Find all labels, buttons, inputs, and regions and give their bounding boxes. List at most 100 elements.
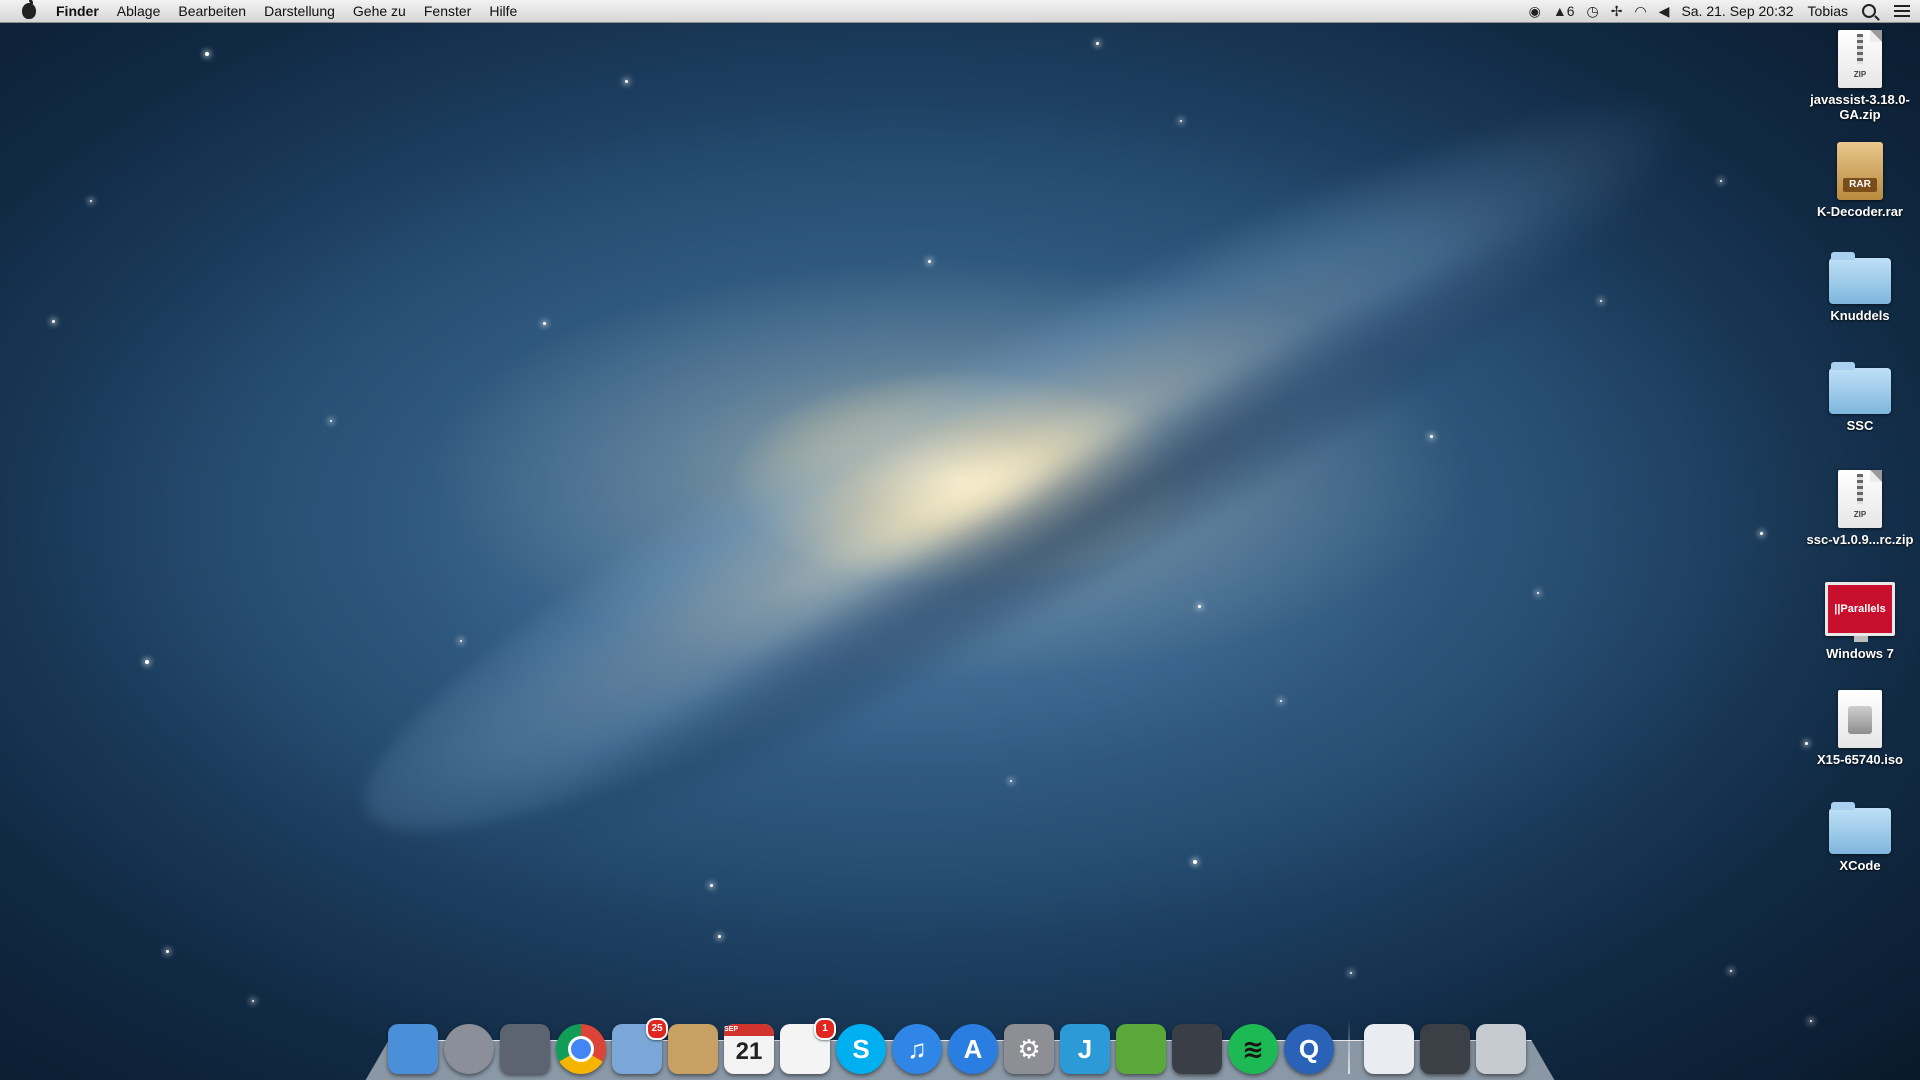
folder-icon <box>1829 362 1891 414</box>
menu-ablage[interactable]: Ablage <box>117 3 161 19</box>
leaf-app-icon[interactable] <box>1116 1024 1166 1074</box>
rar-badge: RAR <box>1843 178 1877 192</box>
system-preferences-icon[interactable]: ⚙ <box>1004 1024 1054 1074</box>
steam-icon[interactable] <box>1172 1024 1222 1074</box>
user-menu[interactable]: Tobias <box>1808 3 1848 19</box>
star <box>460 640 462 642</box>
image-capture-icon[interactable] <box>500 1024 550 1074</box>
desktop-icon-label: javassist-3.18.0-GA.zip <box>1810 92 1910 122</box>
desktop-icon-label: X15-65740.iso <box>1816 752 1903 767</box>
parallels-vm-icon: ||Parallels <box>1825 582 1895 642</box>
time-machine-icon[interactable]: ◷ <box>1586 3 1598 20</box>
star <box>252 1000 254 1002</box>
menu-app-finder[interactable]: Finder <box>56 3 99 19</box>
calendar-icon[interactable]: SEP 21 <box>724 1024 774 1074</box>
intellij-icon[interactable]: J <box>1060 1024 1110 1074</box>
star <box>1096 42 1099 45</box>
star <box>928 260 931 263</box>
folder-icon <box>1829 802 1891 854</box>
desktop: Finder Ablage Bearbeiten Darstellung Geh… <box>0 0 1920 1080</box>
itunes-icon[interactable]: ♫ <box>892 1024 942 1074</box>
desktop-icon-knuddels[interactable]: Knuddels <box>1805 252 1915 323</box>
launchpad-icon[interactable] <box>444 1024 494 1074</box>
desktop-icon-label: Windows 7 <box>1826 646 1894 661</box>
dock-separator <box>1348 1020 1350 1074</box>
parallels-badge: ||Parallels <box>1834 603 1886 615</box>
downloads-stack-icon[interactable] <box>1420 1024 1470 1074</box>
desktop-icon-xcode[interactable]: XCode <box>1805 802 1915 873</box>
menu-hilfe[interactable]: Hilfe <box>489 3 517 19</box>
star <box>1430 435 1433 438</box>
star <box>1537 592 1539 594</box>
star <box>1760 532 1763 535</box>
star <box>166 950 169 953</box>
desktop-icon-x15-iso[interactable]: X15-65740.iso <box>1805 690 1915 767</box>
spotify-icon[interactable]: ≋ <box>1228 1024 1278 1074</box>
bluetooth-icon[interactable]: ✢ <box>1611 3 1623 20</box>
finder-icon[interactable] <box>388 1024 438 1074</box>
desktop-icon-label: XCode <box>1839 858 1881 873</box>
star <box>1810 1020 1812 1022</box>
star <box>1010 780 1012 782</box>
trash-icon[interactable] <box>1476 1024 1526 1074</box>
apple-menu-icon[interactable] <box>22 0 36 19</box>
menu-darstellung[interactable]: Darstellung <box>264 3 335 19</box>
dock-badge: 25 <box>646 1018 668 1040</box>
reminders-icon[interactable]: 1 <box>780 1018 836 1074</box>
star <box>52 320 55 323</box>
desktop-icon-label: ssc-v1.0.9...rc.zip <box>1806 532 1914 547</box>
galaxy-dust-lane <box>440 150 1670 930</box>
notification-count: 6 <box>1566 3 1575 19</box>
volume-icon[interactable]: ◀ <box>1659 3 1670 20</box>
star <box>330 420 332 422</box>
calendar-day: 21 <box>735 1038 763 1065</box>
rar-file-icon: RAR <box>1837 142 1883 200</box>
desktop-icon-label: Knuddels <box>1830 308 1890 323</box>
menu-bar: Finder Ablage Bearbeiten Darstellung Geh… <box>0 0 1920 23</box>
star <box>145 660 149 664</box>
star <box>1198 605 1201 608</box>
disk-image-icon <box>1838 690 1882 748</box>
galaxy-wallpaper <box>306 0 1754 927</box>
star <box>543 322 546 325</box>
desktop-icon-javassist[interactable]: ZIP javassist-3.18.0-GA.zip <box>1805 30 1915 122</box>
star <box>1280 700 1282 702</box>
documents-stack-icon[interactable] <box>1364 1024 1414 1074</box>
desktop-icon-label: SSC <box>1846 418 1874 433</box>
chrome-icon[interactable] <box>556 1024 606 1074</box>
star <box>1350 972 1352 974</box>
folder-icon <box>1829 252 1891 304</box>
skype-icon[interactable]: S <box>836 1024 886 1074</box>
zip-file-icon: ZIP <box>1838 30 1882 88</box>
contacts-icon[interactable] <box>668 1024 718 1074</box>
calendar-month: SEP <box>724 1024 774 1036</box>
star <box>1730 970 1732 972</box>
adobe-updates-icon[interactable]: ▲6 <box>1553 3 1575 19</box>
evernote-icon[interactable]: ◉ <box>1529 3 1541 20</box>
wifi-icon[interactable]: ◠ <box>1634 3 1646 20</box>
dock-badge: 1 <box>814 1018 836 1040</box>
star <box>1720 180 1722 182</box>
star <box>710 884 713 887</box>
desktop-icon-windows-7[interactable]: ||Parallels Windows 7 <box>1805 582 1915 661</box>
desktop-icon-ssc[interactable]: SSC <box>1805 362 1915 433</box>
clock[interactable]: Sa. 21. Sep 20:32 <box>1681 3 1793 19</box>
app-store-icon[interactable]: A <box>948 1024 998 1074</box>
star <box>625 80 628 83</box>
menu-bearbeiten[interactable]: Bearbeiten <box>178 3 246 19</box>
menu-gehe-zu[interactable]: Gehe zu <box>353 3 406 19</box>
quicktime-icon[interactable]: Q <box>1284 1024 1334 1074</box>
zip-file-icon: ZIP <box>1838 470 1882 528</box>
desktop-icon-ssc-zip[interactable]: ZIP ssc-v1.0.9...rc.zip <box>1805 470 1915 547</box>
dock: 25 SEP 21 1 S ♫ A ⚙ J ≋ Q <box>388 1010 1532 1074</box>
status-area: ◉ ▲6 ◷ ✢ ◠ ◀ Sa. 21. Sep 20:32 Tobias <box>1529 0 1920 22</box>
zip-badge: ZIP <box>1853 70 1867 79</box>
spotlight-search-icon[interactable] <box>1862 4 1876 18</box>
star <box>1193 860 1197 864</box>
mail-icon[interactable]: 25 <box>612 1018 668 1074</box>
notification-center-icon[interactable] <box>1894 5 1910 17</box>
star <box>1600 300 1602 302</box>
menu-fenster[interactable]: Fenster <box>424 3 471 19</box>
zip-badge: ZIP <box>1853 510 1867 519</box>
desktop-icon-k-decoder[interactable]: RAR K-Decoder.rar <box>1805 142 1915 219</box>
